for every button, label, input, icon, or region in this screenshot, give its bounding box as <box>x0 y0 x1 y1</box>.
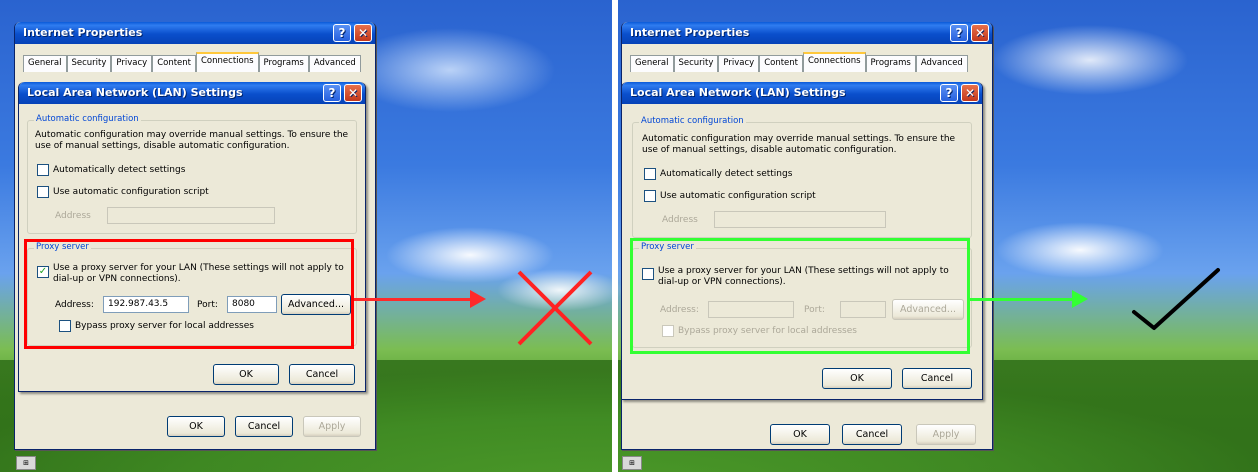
dialog-cancel-button[interactable]: Cancel <box>902 368 972 389</box>
tab-advanced[interactable]: Advanced <box>915 55 968 72</box>
auto-detect-label: Automatically detect settings <box>660 169 793 179</box>
auto-desc-line-1: Automatic configuration may override man… <box>642 134 956 144</box>
cancel-button[interactable]: Cancel <box>235 416 293 437</box>
tab-content[interactable]: Content <box>759 55 803 72</box>
help-icon[interactable]: ? <box>323 84 341 102</box>
auto-script-label: Use automatic configuration script <box>660 191 816 201</box>
auto-detect-label: Automatically detect settings <box>53 165 186 175</box>
tab-general[interactable]: General <box>23 55 67 72</box>
red-arrow-line <box>354 298 472 301</box>
auto-desc-line-2: use of manual settings, disable automati… <box>642 145 897 155</box>
taskbar-icon[interactable]: ⊞ <box>622 456 642 470</box>
tab-programs[interactable]: Programs <box>258 55 309 72</box>
help-icon[interactable]: ? <box>940 84 958 102</box>
window-title: Internet Properties <box>23 26 143 39</box>
auto-script-label: Use automatic configuration script <box>53 187 209 197</box>
tab-strip: General Security Privacy Content Connect… <box>630 52 968 72</box>
auto-detect-checkbox[interactable] <box>37 164 49 176</box>
script-address-input[interactable] <box>714 211 886 228</box>
apply-button[interactable]: Apply <box>303 416 361 437</box>
apply-button[interactable]: Apply <box>916 424 976 445</box>
red-arrow-head <box>470 290 486 308</box>
taskbar-icon[interactable]: ⊞ <box>16 456 36 470</box>
window-title: Internet Properties <box>630 26 750 39</box>
dialog-ok-button[interactable]: OK <box>213 364 279 385</box>
dialog-cancel-button[interactable]: Cancel <box>289 364 355 385</box>
auto-desc-line-2: use of manual settings, disable automati… <box>35 141 290 151</box>
correct-check-icon <box>1132 268 1220 330</box>
close-icon[interactable]: ✕ <box>961 84 979 102</box>
ok-button[interactable]: OK <box>167 416 225 437</box>
window-titlebar: Internet Properties ? ✕ <box>15 22 375 44</box>
tab-connections[interactable]: Connections <box>803 52 866 72</box>
close-icon[interactable]: ✕ <box>971 24 989 42</box>
close-icon[interactable]: ✕ <box>354 24 372 42</box>
dialog-title: Local Area Network (LAN) Settings <box>27 86 243 99</box>
auto-desc-line-1: Automatic configuration may override man… <box>35 130 349 140</box>
dialog-title: Local Area Network (LAN) Settings <box>630 86 846 99</box>
correct-settings-highlight <box>630 238 970 354</box>
script-address-label: Address <box>55 211 91 221</box>
auto-config-description: Automatic configuration may override man… <box>35 130 348 152</box>
help-icon[interactable]: ? <box>950 24 968 42</box>
tab-programs[interactable]: Programs <box>865 55 916 72</box>
auto-script-checkbox[interactable] <box>37 186 49 198</box>
auto-detect-checkbox[interactable] <box>644 168 656 180</box>
help-icon[interactable]: ? <box>333 24 351 42</box>
dialog-ok-button[interactable]: OK <box>822 368 892 389</box>
tab-security[interactable]: Security <box>66 55 112 72</box>
green-arrow-head <box>1072 290 1088 308</box>
auto-script-checkbox[interactable] <box>644 190 656 202</box>
automatic-configuration-legend: Automatic configuration <box>639 116 746 126</box>
wrong-cross-icon <box>517 270 593 346</box>
tab-security[interactable]: Security <box>673 55 719 72</box>
cancel-button[interactable]: Cancel <box>842 424 902 445</box>
close-icon[interactable]: ✕ <box>344 84 362 102</box>
dialog-titlebar: Local Area Network (LAN) Settings ? ✕ <box>19 82 365 104</box>
tab-connections[interactable]: Connections <box>196 52 259 72</box>
tab-privacy[interactable]: Privacy <box>718 55 760 72</box>
script-address-label: Address <box>662 215 698 225</box>
panel-divider <box>612 0 618 472</box>
tab-strip: General Security Privacy Content Connect… <box>23 52 361 72</box>
wrong-settings-highlight <box>24 239 354 349</box>
green-arrow-line <box>970 298 1074 301</box>
tab-content[interactable]: Content <box>152 55 196 72</box>
automatic-configuration-legend: Automatic configuration <box>34 114 141 124</box>
ok-button[interactable]: OK <box>770 424 830 445</box>
tab-advanced[interactable]: Advanced <box>308 55 361 72</box>
tab-general[interactable]: General <box>630 55 674 72</box>
auto-config-description: Automatic configuration may override man… <box>642 134 955 156</box>
script-address-input[interactable] <box>107 207 275 224</box>
dialog-titlebar: Local Area Network (LAN) Settings ? ✕ <box>622 82 982 104</box>
tab-privacy[interactable]: Privacy <box>111 55 153 72</box>
window-titlebar: Internet Properties ? ✕ <box>622 22 992 44</box>
